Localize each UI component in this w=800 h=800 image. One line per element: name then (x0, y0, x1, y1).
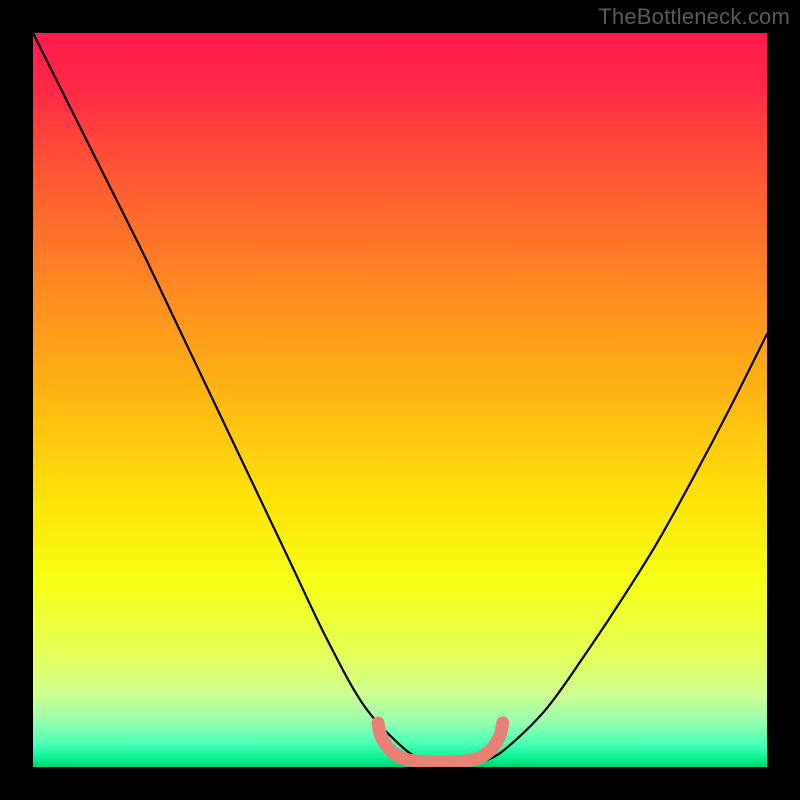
bottleneck-chart (33, 33, 767, 767)
gradient-background (33, 33, 767, 767)
plot-area (33, 33, 767, 767)
watermark-text: TheBottleneck.com (598, 4, 790, 30)
chart-frame: TheBottleneck.com (0, 0, 800, 800)
